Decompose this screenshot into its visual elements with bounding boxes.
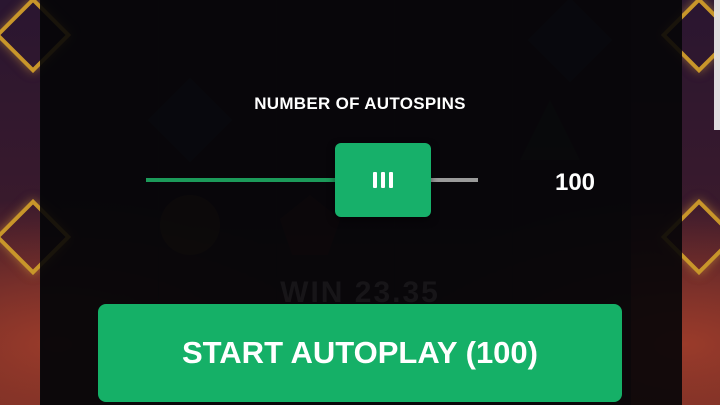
autospins-slider[interactable] <box>146 143 478 217</box>
slider-fill <box>146 178 345 182</box>
slider-handle[interactable] <box>335 143 431 217</box>
grip-icon <box>373 172 377 188</box>
grip-icon <box>381 172 385 188</box>
autospins-value: 100 <box>554 169 596 196</box>
autospins-title: NUMBER OF AUTOSPINS <box>254 94 466 113</box>
system-edge-bar <box>714 0 720 130</box>
start-autoplay-button[interactable]: START AUTOPLAY (100) <box>98 304 622 402</box>
grip-icon <box>389 172 393 188</box>
